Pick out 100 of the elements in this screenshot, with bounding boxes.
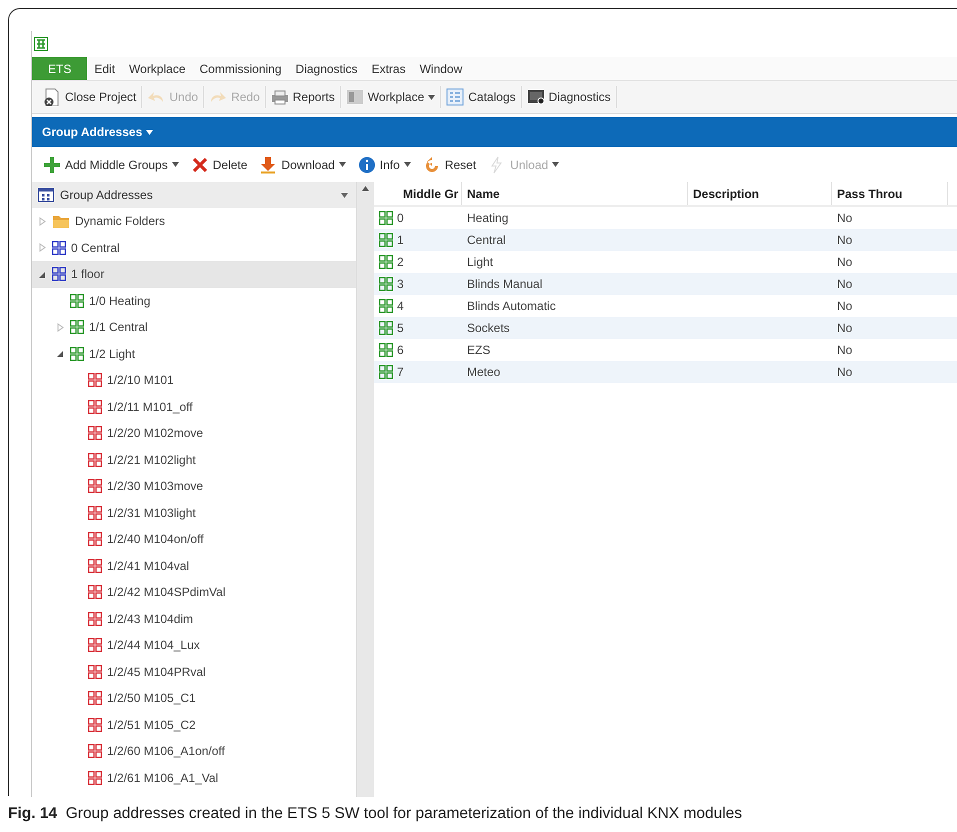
group-icon xyxy=(379,365,393,379)
group-icon xyxy=(88,638,102,652)
window-icon xyxy=(346,88,364,106)
scrollbar[interactable] xyxy=(357,182,374,797)
toolbar-button[interactable]: Diagnostics xyxy=(522,86,617,108)
tree-item[interactable]: 1/2/51 M105_C2 xyxy=(32,712,356,738)
table-cell-text: Sockets xyxy=(466,320,511,337)
tree-item[interactable]: Dynamic Folders xyxy=(32,208,356,234)
table-cell-text: 2 xyxy=(397,254,404,271)
tree-item[interactable]: 1/1 Central xyxy=(32,314,356,340)
toolbar-button[interactable]: Catalogs xyxy=(441,86,522,108)
group-icon xyxy=(88,664,102,679)
table-cell-text: Meteo xyxy=(466,364,502,381)
group-icon xyxy=(379,277,393,291)
table-cell-text: No xyxy=(836,276,852,293)
tree-item[interactable]: 1/2/45 M104PRval xyxy=(32,658,356,685)
monitor-icon xyxy=(526,88,545,106)
app-icon xyxy=(34,37,48,51)
menu-item[interactable]: Edit xyxy=(87,57,122,80)
group-icon xyxy=(88,770,102,785)
tree-item[interactable]: 1/2/31 M103light xyxy=(32,500,356,526)
table-cell-text: 3 xyxy=(397,276,404,293)
tree-item[interactable]: 1/2/42 M104SPdimVal xyxy=(32,579,356,606)
figure-caption: Fig. 14 Group addresses created in the ETS 5 SW tool for parameterization of the individual KNX modules xyxy=(8,805,742,822)
toolbar-button[interactable]: Add Middle Groups xyxy=(38,154,184,176)
menu-item[interactable]: Diagnostics xyxy=(288,57,365,80)
toolbar-button[interactable]: Close Project xyxy=(38,86,142,108)
tree-item[interactable]: 1/2/44 M104_Lux xyxy=(32,632,356,658)
tree-item[interactable]: 1/2/30 M103move xyxy=(32,473,356,500)
table-cell-text: Central xyxy=(466,232,507,249)
panel-title-dropdown[interactable]: Group Addresses xyxy=(42,123,154,141)
toolbar-button[interactable]: Delete xyxy=(186,154,252,176)
tree-item[interactable]: 1/2/21 M102light xyxy=(32,446,356,473)
printer-icon xyxy=(270,88,289,106)
table-cell-text: 7 xyxy=(397,364,404,381)
column-header[interactable]: Name xyxy=(462,182,688,205)
table-cell-text: Blinds Automatic xyxy=(466,298,557,315)
caret-icon xyxy=(338,162,346,167)
table-cell-text: No xyxy=(836,210,852,227)
expanded-arrow-icon[interactable] xyxy=(38,270,47,279)
tree-item[interactable]: 1/2/10 M101 xyxy=(32,367,356,394)
group-icon xyxy=(88,479,102,494)
tree-item[interactable]: 1/2/40 M104on/off xyxy=(32,526,356,552)
group-icon xyxy=(88,744,102,758)
tree-item[interactable]: 1/2/60 M106_A1on/off xyxy=(32,738,356,764)
table-cell-text: 4 xyxy=(397,298,404,315)
menu-item[interactable]: Window xyxy=(412,57,470,80)
scroll-up-icon[interactable] xyxy=(362,186,369,191)
menu-item[interactable]: Commissioning xyxy=(192,57,289,80)
toolbar-button[interactable]: Workplace xyxy=(340,86,442,108)
menu-item[interactable]: Extras xyxy=(364,57,413,80)
caret-icon xyxy=(428,94,436,100)
table-cell-text: No xyxy=(836,320,852,337)
table-cell-text: 1 xyxy=(397,232,404,249)
tree-item[interactable]: 1 floor xyxy=(32,261,356,288)
expanded-arrow-icon[interactable] xyxy=(56,349,65,358)
toolbar-button[interactable]: Info xyxy=(352,154,416,176)
tree-item[interactable]: 1/2 Light xyxy=(32,340,356,367)
delete-icon xyxy=(190,156,209,174)
menu-item[interactable]: Workplace xyxy=(122,57,192,80)
tree-item[interactable]: 1/0 Heating xyxy=(32,288,356,314)
caret-icon xyxy=(146,130,154,134)
plus-icon xyxy=(43,156,61,174)
group-icon xyxy=(88,400,102,414)
toolbar-button[interactable]: Download xyxy=(254,154,351,176)
catalog-icon xyxy=(446,88,464,106)
group-icon xyxy=(88,585,102,600)
group-icon xyxy=(70,320,84,334)
table-cell-text: Blinds Manual xyxy=(466,276,544,293)
column-header[interactable]: Description xyxy=(688,182,832,205)
info-icon xyxy=(358,156,376,174)
column-header[interactable]: Middle Gr xyxy=(398,182,462,205)
menu-item[interactable]: ETS xyxy=(32,57,88,80)
tree-item[interactable]: 1/2/61 M106_A1_Val xyxy=(32,764,356,791)
group-icon xyxy=(52,240,66,255)
tree-item[interactable]: 0 Central xyxy=(32,234,356,261)
caret-icon xyxy=(404,162,411,167)
group-icon xyxy=(70,346,84,361)
group-addresses-icon xyxy=(38,188,54,202)
toolbar-button[interactable]: Reports xyxy=(266,86,341,108)
caret-icon[interactable] xyxy=(341,192,348,198)
group-icon xyxy=(379,299,393,313)
group-icon xyxy=(88,718,102,732)
table-cell-text: 5 xyxy=(397,320,404,337)
table-cell-text: Light xyxy=(466,254,494,271)
document-close-icon xyxy=(43,88,61,106)
column-header[interactable]: Pass Throu xyxy=(832,182,948,205)
toolbar-button[interactable]: Reset xyxy=(418,154,482,176)
group-icon xyxy=(88,558,102,573)
table-cell-text: EZS xyxy=(466,342,492,359)
tree-item[interactable]: 1/2/43 M104dim xyxy=(32,606,356,632)
group-icon xyxy=(88,373,102,388)
tree-item[interactable]: 1/2/11 M101_off xyxy=(32,394,356,420)
table-cell-text: 0 xyxy=(397,210,404,227)
group-icon xyxy=(379,233,393,247)
tree-item[interactable]: 1/2/20 M102move xyxy=(32,420,356,446)
folder-icon xyxy=(52,214,70,229)
tree-item[interactable]: 1/2/41 M104val xyxy=(32,552,356,579)
group-icon xyxy=(379,255,393,269)
tree-item[interactable]: 1/2/50 M105_C1 xyxy=(32,685,356,712)
